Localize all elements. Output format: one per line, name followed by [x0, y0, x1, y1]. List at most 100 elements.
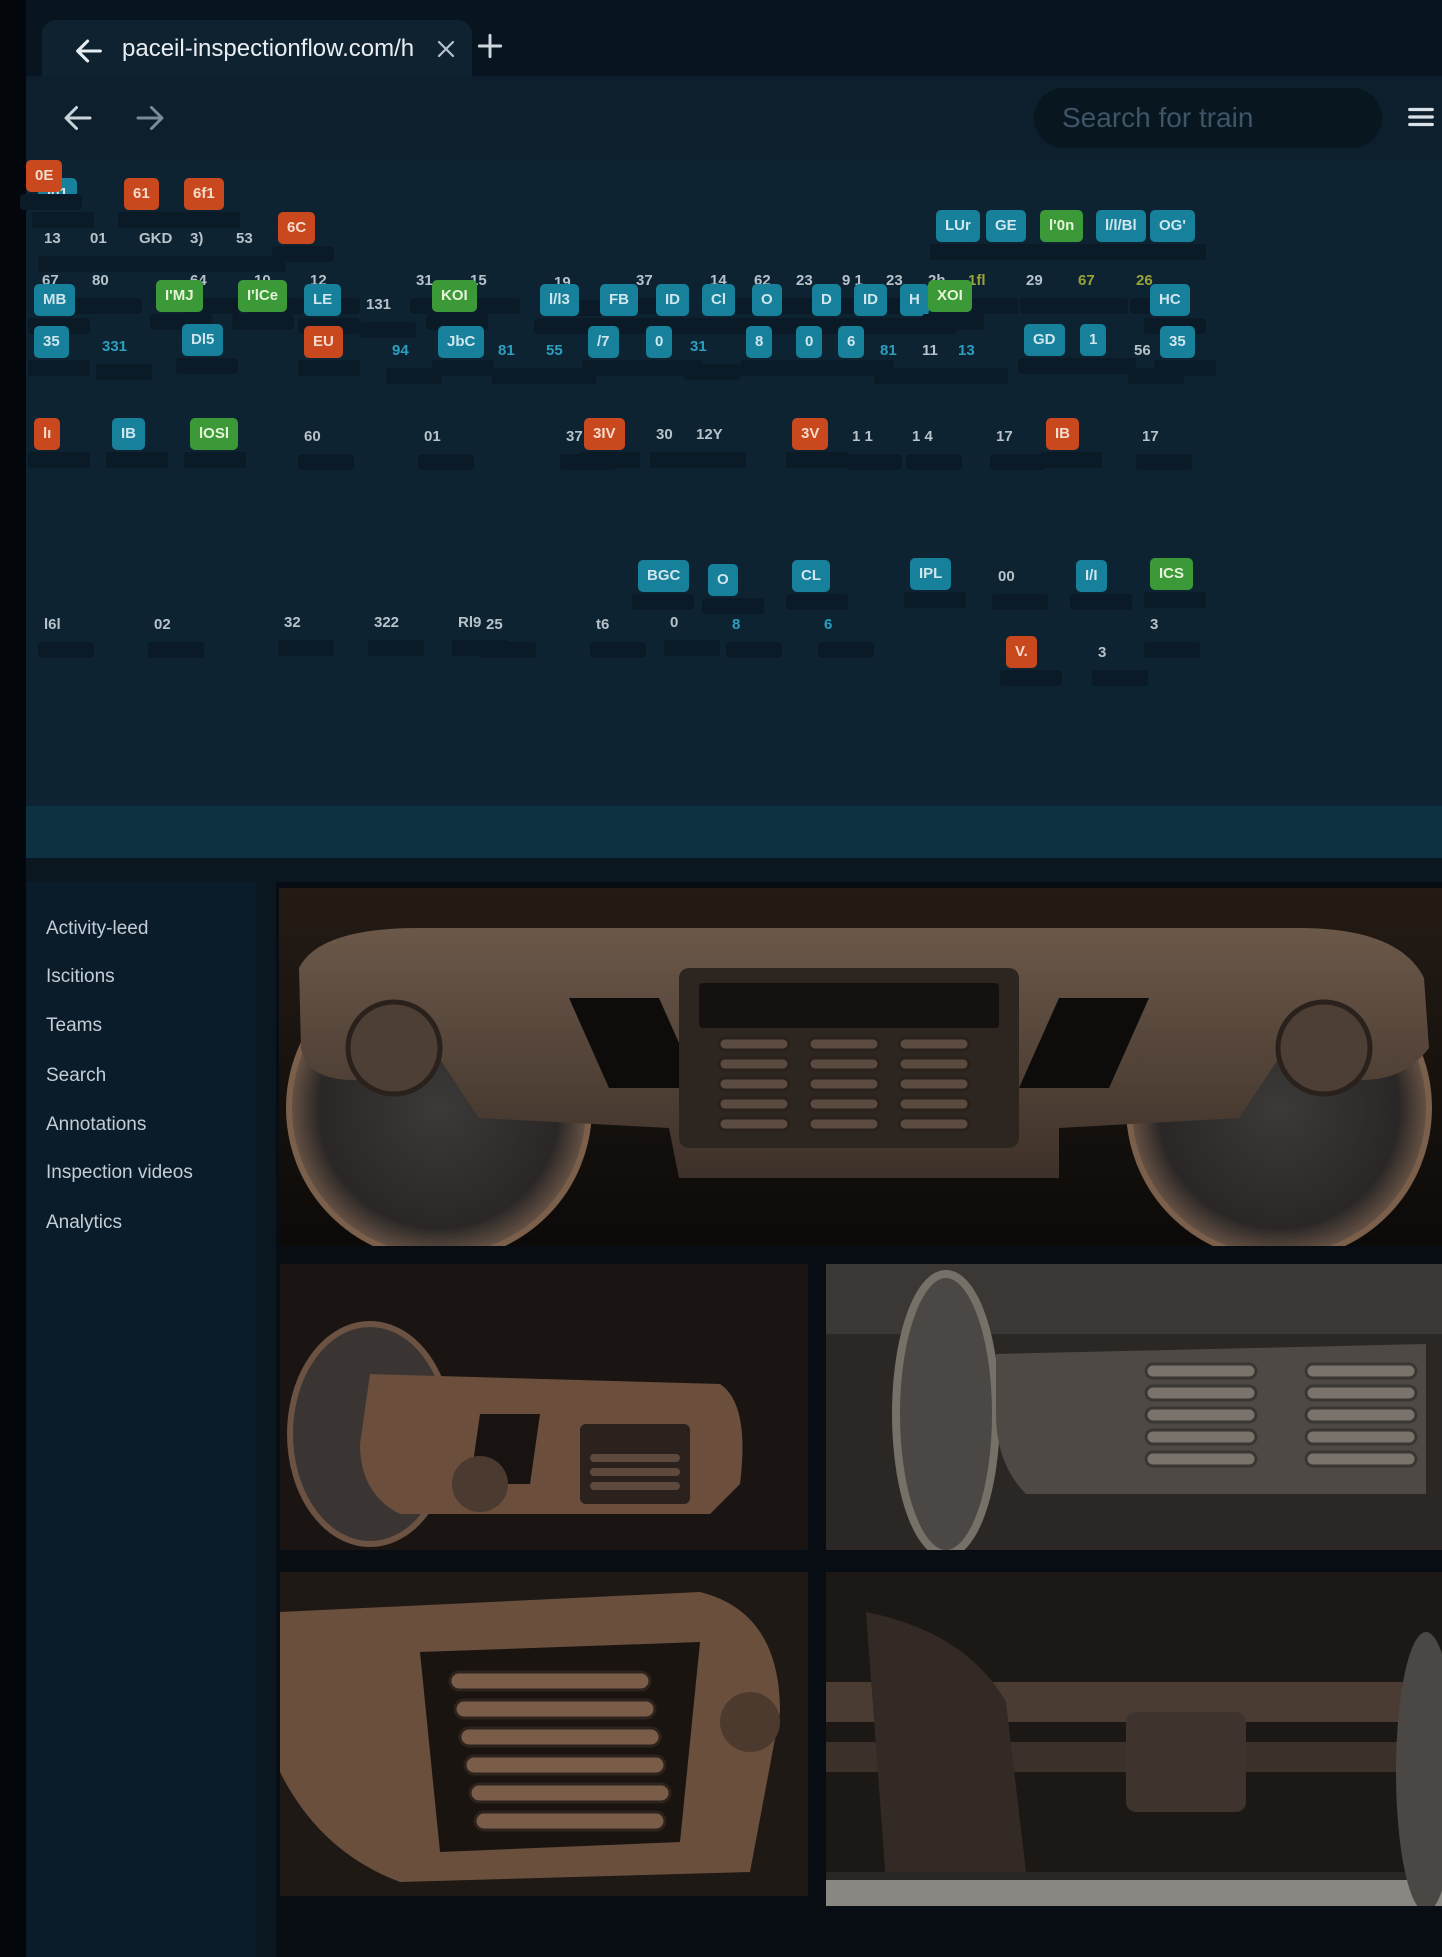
- board-cell-shadow: [1040, 452, 1102, 468]
- status-chip[interactable]: LUr: [936, 210, 980, 242]
- board-cell-shadow: [578, 452, 640, 468]
- board-number: 17: [1142, 428, 1159, 445]
- back-arrow-icon[interactable]: [60, 100, 96, 136]
- status-chip[interactable]: 0: [796, 326, 823, 358]
- close-icon[interactable]: [434, 37, 458, 61]
- status-chip[interactable]: 3IV: [584, 418, 625, 450]
- board-cell-shadow: [1090, 244, 1152, 260]
- board-cell-shadow: [106, 452, 168, 468]
- status-chip[interactable]: 8: [746, 326, 773, 358]
- board-cell-shadow: [992, 594, 1048, 610]
- status-chip[interactable]: D: [812, 284, 841, 316]
- status-chip[interactable]: Cl: [702, 284, 735, 316]
- status-chip[interactable]: KOI: [432, 280, 477, 312]
- status-chip[interactable]: ICS: [1150, 558, 1194, 590]
- hamburger-menu-icon[interactable]: [1406, 102, 1436, 132]
- status-chip[interactable]: O: [708, 564, 738, 596]
- status-chip[interactable]: Dl5: [182, 324, 224, 356]
- status-chip[interactable]: BGC: [638, 560, 690, 592]
- status-chip[interactable]: 6: [838, 326, 865, 358]
- status-chip[interactable]: ID: [656, 284, 689, 316]
- status-chip[interactable]: l/l/Bl: [1096, 210, 1146, 242]
- status-chip[interactable]: GD: [1024, 324, 1065, 356]
- board-cell-shadow: [84, 256, 140, 272]
- arrow-left-icon[interactable]: [72, 34, 106, 68]
- plus-icon[interactable]: [474, 30, 506, 62]
- sidebar-item-teams[interactable]: Teams: [46, 1015, 102, 1037]
- status-chip[interactable]: H: [900, 284, 929, 316]
- board-number: 60: [304, 428, 321, 445]
- inspection-photo[interactable]: [826, 1264, 1442, 1550]
- status-chip[interactable]: GE: [986, 210, 1026, 242]
- status-chip[interactable]: 0: [646, 326, 673, 358]
- inspection-photo-grid: [276, 882, 1442, 1957]
- status-chip[interactable]: /7: [588, 326, 619, 358]
- status-chip[interactable]: 3V: [792, 418, 829, 450]
- sidebar-nav: Activity-leed Iscitions Teams Search Ann…: [26, 882, 256, 1957]
- status-chip[interactable]: 35: [34, 326, 69, 358]
- board-cell-shadow: [664, 640, 720, 656]
- status-chip[interactable]: 6f1: [184, 178, 224, 210]
- status-chip[interactable]: IB: [1046, 418, 1079, 450]
- sidebar-item-analytics[interactable]: Analytics: [46, 1212, 122, 1234]
- status-chip[interactable]: 0E: [26, 160, 63, 192]
- status-chip[interactable]: HC: [1150, 284, 1190, 316]
- status-chip[interactable]: lOSl: [190, 418, 239, 450]
- status-chip[interactable]: FB: [600, 284, 638, 316]
- tab-strip: paceil-inspectionflow.com/h: [26, 0, 1442, 76]
- status-chip[interactable]: lı: [34, 418, 61, 450]
- status-chip[interactable]: JbC: [438, 326, 485, 358]
- status-chip[interactable]: EU: [304, 326, 343, 358]
- status-chip[interactable]: 6C: [278, 212, 316, 244]
- board-number: 13: [958, 342, 975, 359]
- inspection-photo[interactable]: [280, 1264, 808, 1550]
- inspection-photo[interactable]: [280, 1572, 808, 1896]
- board-number: 3): [190, 230, 204, 247]
- coil-springs-image: [280, 1572, 808, 1896]
- status-chip[interactable]: IPL: [910, 558, 952, 590]
- status-chip[interactable]: CL: [792, 560, 830, 592]
- sidebar-item-activity-feed[interactable]: Activity-leed: [46, 918, 148, 940]
- sidebar-item-inspections[interactable]: Iscitions: [46, 966, 115, 988]
- status-chip[interactable]: 35: [1160, 326, 1195, 358]
- board-number: 0: [670, 614, 679, 631]
- board-cell-shadow: [1136, 454, 1192, 470]
- board-cell-shadow: [1074, 358, 1136, 374]
- sidebar-item-annotations[interactable]: Annotations: [46, 1114, 146, 1136]
- status-chip[interactable]: l'0n: [1040, 210, 1084, 242]
- browser-tab[interactable]: paceil-inspectionflow.com/h: [42, 20, 472, 76]
- inspection-photo[interactable]: [279, 888, 1442, 1246]
- board-number: 37: [566, 428, 583, 445]
- board-number: 1 4: [912, 428, 933, 445]
- board-cell-shadow: [298, 360, 360, 376]
- status-chip[interactable]: 1: [1080, 324, 1107, 356]
- sidebar-item-inspection-videos[interactable]: Inspection videos: [46, 1162, 193, 1184]
- board-cell-shadow: [360, 322, 416, 338]
- board-cell-shadow: [184, 452, 246, 468]
- status-chip[interactable]: XOI: [928, 280, 972, 312]
- status-chip[interactable]: MB: [34, 284, 76, 316]
- status-chip[interactable]: ID: [854, 284, 887, 316]
- board-cell-shadow: [96, 364, 152, 380]
- left-gutter: [0, 0, 26, 1957]
- status-chip[interactable]: I'MJ: [156, 280, 203, 312]
- status-chip[interactable]: l/l3: [540, 284, 579, 316]
- bogie-angled-image: [280, 1264, 808, 1550]
- status-chip[interactable]: LE: [304, 284, 342, 316]
- status-chip[interactable]: OG': [1150, 210, 1195, 242]
- status-chip[interactable]: IB: [112, 418, 145, 450]
- board-cell-shadow: [1144, 642, 1200, 658]
- status-chip[interactable]: 61: [124, 178, 159, 210]
- status-chip[interactable]: I/I: [1076, 560, 1107, 592]
- status-chip[interactable]: O: [752, 284, 782, 316]
- sidebar-item-search[interactable]: Search: [46, 1065, 106, 1087]
- inspection-photo[interactable]: [826, 1572, 1442, 1906]
- board-cell-shadow: [818, 642, 874, 658]
- forward-arrow-icon[interactable]: [132, 100, 168, 136]
- search-input[interactable]: [1034, 88, 1382, 148]
- status-chip[interactable]: V.: [1006, 636, 1037, 668]
- status-chip[interactable]: I'lCe: [238, 280, 288, 312]
- board-cell-shadow: [690, 452, 746, 468]
- board-cell-shadow: [1070, 594, 1132, 610]
- board-cell-shadow: [176, 358, 238, 374]
